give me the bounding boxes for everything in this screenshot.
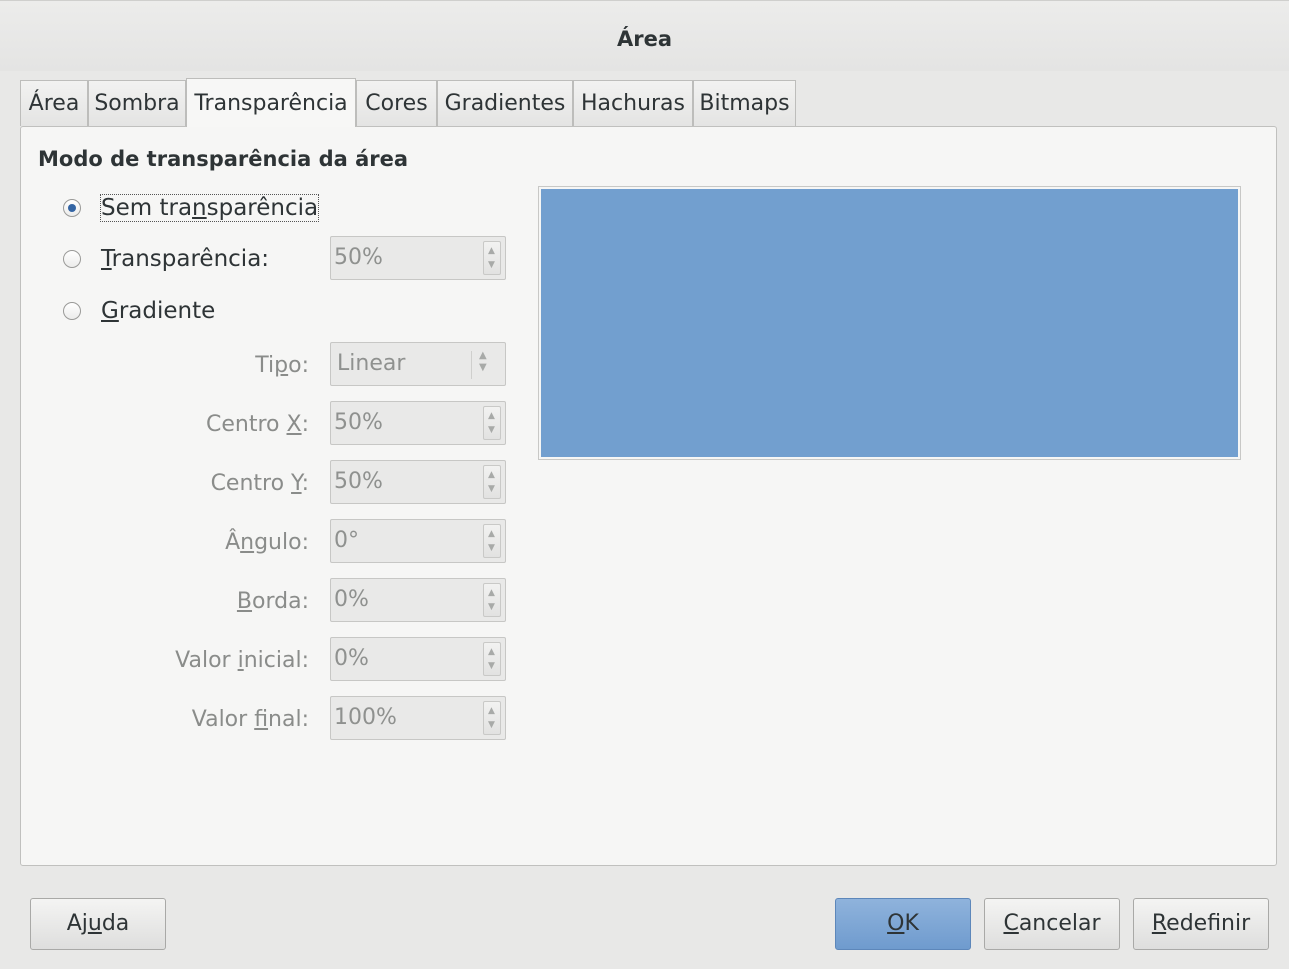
border-label: Borda: — [236, 589, 309, 614]
tab-sombra[interactable]: Sombra — [88, 80, 186, 126]
reset-button[interactable]: Redefinir — [1133, 898, 1269, 950]
spin-arrows[interactable]: ▲ ▼ — [483, 241, 501, 275]
angle-label: Ângulo: — [225, 530, 309, 555]
border-value: 0% — [334, 587, 369, 612]
radio-button-checked[interactable] — [63, 199, 81, 217]
spin-arrows[interactable]: ▲ ▼ — [483, 465, 501, 499]
center-y-value: 50% — [334, 469, 383, 494]
border-spinbox[interactable]: 0% ▲ ▼ — [330, 578, 506, 622]
spin-up-icon[interactable]: ▲ — [488, 707, 495, 716]
preview-area — [538, 186, 1241, 460]
window-title: Área — [616, 27, 673, 51]
start-value-value: 0% — [334, 646, 369, 671]
radio-label-no-transparency: Sem transparência — [99, 194, 320, 222]
help-button[interactable]: Ajuda — [30, 898, 166, 950]
tab-transparencia[interactable]: Transparência — [186, 78, 356, 127]
cancel-button[interactable]: Cancelar — [984, 898, 1120, 950]
title-bar: Área — [0, 0, 1289, 71]
start-value-label: Valor inicial: — [175, 648, 309, 673]
spin-down-icon[interactable]: ▼ — [488, 485, 495, 494]
transparency-spinbox[interactable]: 50% ▲ ▼ — [330, 236, 506, 280]
radio-label-gradient: Gradiente — [101, 298, 216, 324]
ok-button[interactable]: OK — [835, 898, 971, 950]
spin-arrows[interactable]: ▲ ▼ — [483, 642, 501, 676]
type-value: Linear — [337, 351, 406, 376]
spin-up-icon[interactable]: ▲ — [488, 247, 495, 256]
spin-arrows[interactable]: ▲ ▼ — [483, 524, 501, 558]
combo-arrows-icon[interactable]: ▲ ▼ — [479, 350, 487, 374]
spin-up-icon[interactable]: ▲ — [488, 412, 495, 421]
section-title: Modo de transparência da área — [38, 147, 409, 171]
spin-down-icon[interactable]: ▼ — [488, 603, 495, 612]
type-combobox[interactable]: Linear ▲ ▼ — [330, 342, 506, 386]
spin-arrows[interactable]: ▲ ▼ — [483, 701, 501, 735]
start-value-spinbox[interactable]: 0% ▲ ▼ — [330, 637, 506, 681]
center-y-label: Centro Y: — [210, 471, 309, 496]
spin-down-icon[interactable]: ▼ — [488, 721, 495, 730]
type-label: Tipo: — [255, 353, 309, 378]
spin-down-icon[interactable]: ▼ — [488, 544, 495, 553]
radio-button[interactable] — [63, 250, 81, 268]
spin-arrows[interactable]: ▲ ▼ — [483, 583, 501, 617]
tab-area[interactable]: Área — [20, 80, 88, 126]
spin-up-icon[interactable]: ▲ — [488, 589, 495, 598]
spin-up-icon[interactable]: ▲ — [488, 530, 495, 539]
spin-arrows[interactable]: ▲ ▼ — [483, 406, 501, 440]
tab-bitmaps[interactable]: Bitmaps — [693, 80, 796, 126]
radio-label-transparency: Transparência: — [101, 246, 270, 272]
preview-fill — [541, 189, 1238, 457]
tab-hachuras[interactable]: Hachuras — [573, 80, 693, 126]
spin-down-icon[interactable]: ▼ — [488, 426, 495, 435]
center-x-label: Centro X: — [206, 412, 309, 437]
end-value-value: 100% — [334, 705, 397, 730]
angle-value: 0° — [334, 528, 359, 553]
combo-separator — [471, 351, 472, 379]
end-value-label: Valor final: — [191, 707, 309, 732]
spin-up-icon[interactable]: ▲ — [488, 471, 495, 480]
spin-up-icon[interactable]: ▲ — [488, 648, 495, 657]
angle-spinbox[interactable]: 0° ▲ ▼ — [330, 519, 506, 563]
spin-down-icon[interactable]: ▼ — [488, 662, 495, 671]
center-y-spinbox[interactable]: 50% ▲ ▼ — [330, 460, 506, 504]
spin-down-icon[interactable]: ▼ — [488, 261, 495, 270]
transparency-value: 50% — [334, 245, 383, 270]
center-x-value: 50% — [334, 410, 383, 435]
end-value-spinbox[interactable]: 100% ▲ ▼ — [330, 696, 506, 740]
radio-button[interactable] — [63, 302, 81, 320]
tab-gradientes[interactable]: Gradientes — [437, 80, 573, 126]
tab-cores[interactable]: Cores — [356, 80, 437, 126]
center-x-spinbox[interactable]: 50% ▲ ▼ — [330, 401, 506, 445]
